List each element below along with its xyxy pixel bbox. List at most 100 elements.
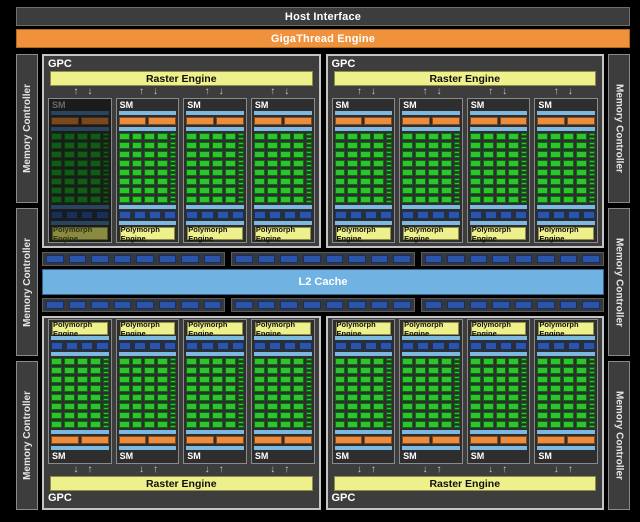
interconnect-rect (303, 301, 321, 309)
sm-blue-bar (119, 127, 177, 131)
side-unit-cell (238, 416, 244, 419)
core-cell (470, 358, 481, 365)
core-cell (293, 421, 304, 428)
core-cell (225, 151, 236, 158)
sm-darkblue-row (186, 342, 244, 350)
core-cell (508, 142, 519, 149)
orange-segment (470, 117, 498, 125)
core-grid-row (470, 133, 528, 140)
side-unit-cell (170, 142, 176, 145)
core-grid-row (51, 151, 109, 158)
side-unit-stack (170, 178, 176, 185)
orange-segment (500, 117, 528, 125)
side-unit-cell (454, 416, 460, 419)
core-cell (90, 178, 101, 185)
side-unit-cell (170, 187, 176, 190)
core-grid-row (470, 421, 528, 428)
side-unit-cell (170, 407, 176, 410)
core-cell (77, 358, 88, 365)
core-cell (563, 196, 574, 203)
core-grid-row (186, 421, 244, 428)
core-cell (373, 178, 384, 185)
polymorph-engine-label: Polymorph Engine (538, 227, 594, 240)
arrows-row: ↓↑↓↑↓↑↓↑ (50, 464, 313, 476)
core-cell (254, 367, 265, 374)
side-unit-cell (386, 412, 392, 415)
side-unit-cell (170, 133, 176, 136)
core-cell (77, 367, 88, 374)
interconnect-rect (258, 301, 276, 309)
side-unit-cell (238, 155, 244, 158)
darkblue-segment (470, 342, 482, 350)
side-unit-cell (521, 407, 527, 410)
core-cell (470, 178, 481, 185)
side-unit-cell (103, 142, 109, 145)
side-unit-cell (306, 173, 312, 176)
core-cell (335, 151, 346, 158)
sm-blue-bar (470, 430, 528, 434)
core-cell (428, 412, 439, 419)
side-unit-stack (306, 133, 312, 140)
darkblue-segment (417, 342, 429, 350)
side-unit-cell (589, 371, 595, 374)
sm-blue-bar (537, 111, 595, 115)
core-grid-row (537, 160, 595, 167)
side-unit-cell (454, 358, 460, 361)
side-unit-cell (238, 358, 244, 361)
core-cell (483, 187, 494, 194)
side-unit-cell (589, 133, 595, 136)
side-unit-stack (306, 196, 312, 203)
core-cell (508, 394, 519, 401)
side-unit-stack (170, 142, 176, 149)
side-unit-cell (589, 151, 595, 154)
side-unit-stack (454, 178, 460, 185)
core-cell (77, 160, 88, 167)
core-cell (280, 403, 291, 410)
core-cell (347, 169, 358, 176)
sm-blue-bar (470, 352, 528, 356)
side-unit-cell (589, 412, 595, 415)
core-cell (119, 133, 130, 140)
core-cell (483, 178, 494, 185)
l2-strip: L2 Cache (42, 252, 604, 312)
side-unit-stack (306, 394, 312, 401)
sm-label: SM (537, 100, 595, 110)
side-unit-cell (386, 376, 392, 379)
side-unit-cell (454, 146, 460, 149)
core-grid-row (254, 385, 312, 392)
side-unit-stack (306, 412, 312, 419)
core-cell (267, 178, 278, 185)
side-unit-cell (521, 398, 527, 401)
darkblue-segment (568, 342, 580, 350)
gpc-label: GPC (48, 57, 315, 71)
core-cell (537, 142, 548, 149)
sm-row: SMPolymorph EngineSMPolymorph EngineSMPo… (332, 319, 599, 464)
core-cell (402, 385, 413, 392)
side-unit-cell (454, 398, 460, 401)
side-unit-cell (103, 376, 109, 379)
core-cell (119, 412, 130, 419)
arrow-pair: ↓↑ (50, 464, 116, 476)
sm-row: SMPolymorph EngineSMPolymorph EngineSMPo… (48, 319, 315, 464)
memory-controller-label: Memory Controller (22, 391, 33, 480)
core-cell (64, 169, 75, 176)
interconnect-rect (515, 301, 533, 309)
core-cell (402, 196, 413, 203)
side-unit-stack (306, 367, 312, 374)
core-cell (186, 133, 197, 140)
core-cell (157, 160, 168, 167)
host-interface-label: Host Interface (285, 11, 361, 23)
sm-blue-bar (335, 205, 393, 209)
interconnect-rect (348, 255, 366, 263)
sm-blue-bar (254, 336, 312, 340)
side-unit-cell (103, 200, 109, 203)
core-cell (186, 196, 197, 203)
darkblue-segment (284, 342, 296, 350)
core-cell (508, 376, 519, 383)
side-unit-cell (306, 412, 312, 415)
arrow-up-icon: ↑ (554, 86, 559, 98)
core-cell (415, 160, 426, 167)
core-cell (119, 151, 130, 158)
side-unit-cell (170, 146, 176, 149)
core-cell (483, 376, 494, 383)
